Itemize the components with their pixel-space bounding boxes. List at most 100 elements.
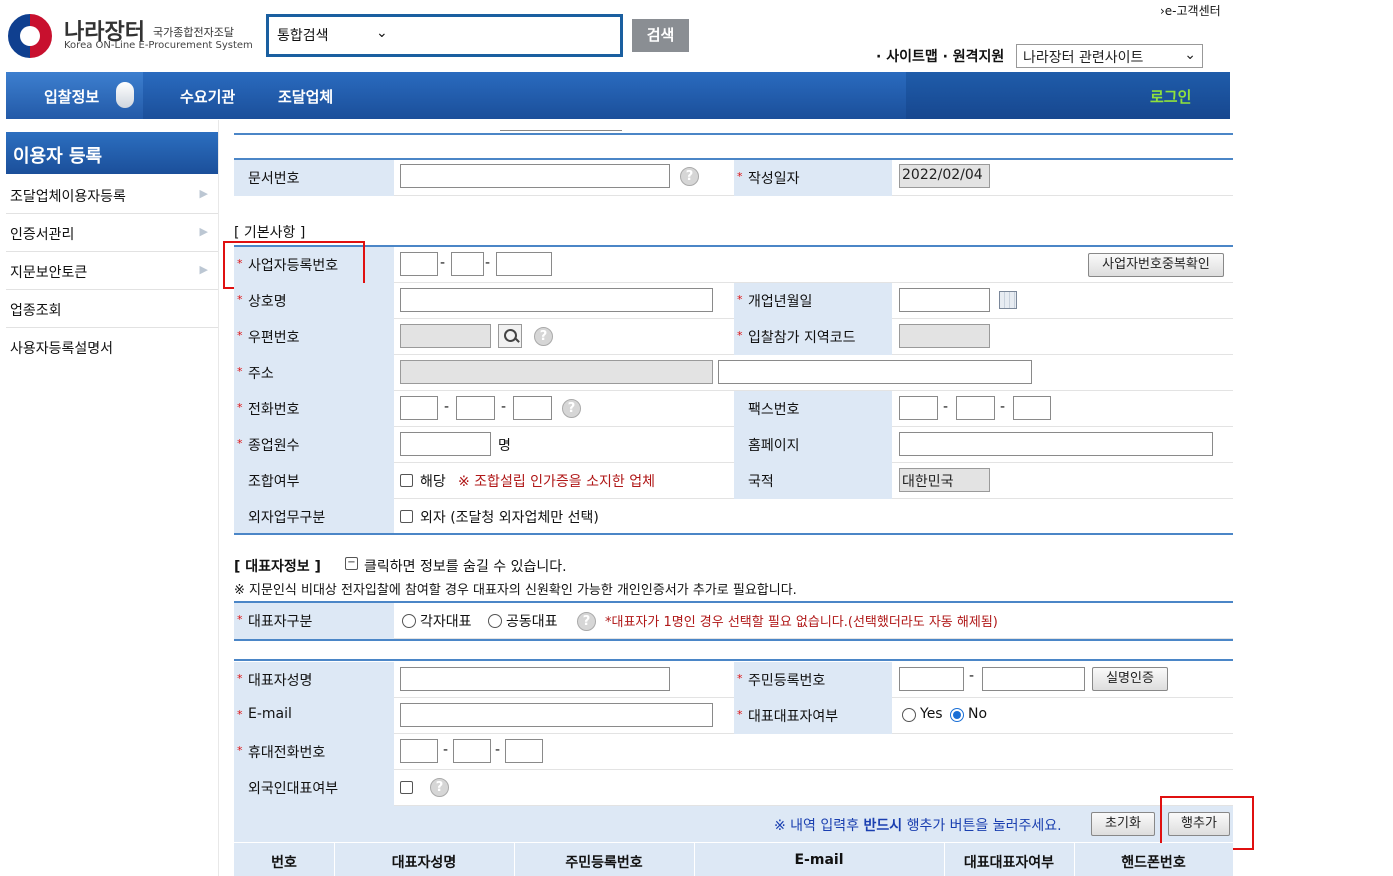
chevron-right-icon: ▶ [199,187,208,200]
help-icon[interactable]: ? [534,327,553,346]
main-rep-no-radio[interactable] [950,708,964,722]
label-foreign-business: 외자업무구분 [234,499,394,535]
label-text: 휴대전화번호 [248,745,326,761]
chevron-right-icon: ▶ [199,263,208,276]
chevron-down-icon: ⌄ [1184,47,1196,63]
nav-item-supplier[interactable]: 조달업체 [278,86,333,107]
address-detail-input[interactable] [718,360,1032,384]
open-date-input[interactable] [899,288,990,312]
dash: - [495,742,501,758]
sidebar-item-fingerprint-token[interactable]: 지문보안토큰 ▶ [6,252,218,290]
highlight-box [223,241,365,289]
top-links[interactable]: · 사이트맵 · 원격지원 [876,46,1004,66]
mobile-part3-input[interactable] [505,739,543,763]
label-text: 외국인대표여부 [248,781,339,797]
rep-section-title: [ 대표자정보 ] [234,559,321,575]
label-foreigner: 외국인대표여부 [234,770,394,806]
label-text: 주민등록번호 [748,673,826,689]
login-link[interactable]: 로그인 [1150,86,1191,107]
reset-button[interactable]: 초기화 [1091,812,1155,836]
phone-part2-input[interactable] [456,396,495,420]
nav-item-demand-agency[interactable]: 수요기관 [180,86,235,107]
foreign-business-checkbox[interactable] [400,510,413,523]
mobile-part2-input[interactable] [453,739,491,763]
doc-number-input[interactable] [400,164,670,188]
sidebar-item-user-manual[interactable]: 사용자등록설명서 [6,328,218,366]
help-icon[interactable]: ? [680,167,699,186]
row-address: * 주소 [234,355,1233,391]
label-union: 조합여부 [234,463,394,499]
union-check-label: 해당 [420,474,446,490]
sidebar-item-cert-mgmt[interactable]: 인증서관리 ▶ [6,214,218,252]
rep-type-separate-radio[interactable] [402,614,416,628]
row-bizno: * 사업자등록번호 - - 사업자번호중복확인 [234,247,1233,283]
bizno-dup-check-button[interactable]: 사업자번호중복확인 [1088,253,1224,277]
label-text: 대표자성명 [248,673,313,689]
required-star-icon: * [237,365,243,378]
form-top-scrap [500,130,622,131]
help-icon[interactable]: ? [562,399,581,418]
label-phone: * 전화번호 [234,391,394,427]
phone-part3-input[interactable] [513,396,552,420]
search-box[interactable]: 통합검색 ⌄ [266,14,623,57]
help-icon[interactable]: ? [430,778,449,797]
label-open-date: * 개업년월일 [734,283,892,319]
required-star-icon: * [737,170,743,183]
search-scope-select[interactable]: 통합검색 [277,25,329,45]
required-star-icon: * [237,613,243,626]
rep-type-joint-radio[interactable] [488,614,502,628]
calendar-icon[interactable] [999,291,1017,309]
phone-part1-input[interactable] [400,396,438,420]
label-zip: * 우편번호 [234,319,394,355]
rrn-part1-input[interactable] [899,667,964,691]
rrn-part2-input[interactable] [982,667,1085,691]
search-icon[interactable] [498,324,522,348]
add-row-notice-post: 행추가 버튼을 눌러주세요. [902,818,1062,834]
label-text: 조합여부 [248,474,300,490]
fax-part1-input[interactable] [899,396,938,420]
label-text: 우편번호 [248,330,300,346]
collapse-toggle-icon[interactable]: − [345,557,358,570]
foreign-business-check-label: 외자 (조달청 외자업체만 선택) [420,510,599,526]
employees-unit: 명 [498,438,511,454]
employees-input[interactable] [400,432,491,456]
rep-type-separate-label: 각자대표 [420,614,472,630]
row-mobile: * 휴대전화번호 - - [234,734,1233,770]
nav-item-bid-info[interactable]: 입찰정보 [44,86,99,107]
col-email: E-mail [794,852,844,868]
sidebar-item-label: 사용자등록설명서 [10,341,114,357]
sidebar-item-supplier-user-reg[interactable]: 조달업체이용자등록 ▶ [6,176,218,214]
rep-toggle-text[interactable]: 클릭하면 정보를 숨길 수 있습니다. [364,556,567,576]
required-star-icon: * [737,672,743,685]
main-nav: 입찰정보 수요기관 조달업체 [6,72,1230,119]
main-rep-yes-radio[interactable] [902,708,916,722]
dash: - [443,742,449,758]
related-sites-select[interactable]: 나라장터 관련사이트 ⌄ [1016,44,1203,68]
real-name-verify-button[interactable]: 실명인증 [1092,667,1168,691]
fax-part2-input[interactable] [956,396,995,420]
fax-part3-input[interactable] [1013,396,1051,420]
label-text: 대표대표자여부 [748,709,839,725]
bizno-part1-input[interactable] [400,252,438,276]
label-text: 입찰참가 지역코드 [748,330,856,346]
foreigner-checkbox[interactable] [400,781,413,794]
dash: - [943,399,949,415]
bizno-part2-input[interactable] [451,252,484,276]
search-button[interactable]: 검색 [632,19,689,52]
company-name-input[interactable] [400,288,713,312]
e-customer-center-link[interactable]: ›e-고객센터 [1160,2,1221,19]
help-icon[interactable]: ? [577,612,596,631]
bizno-part3-input[interactable] [496,252,552,276]
union-checkbox[interactable] [400,474,413,487]
homepage-input[interactable] [899,432,1213,456]
form-line [234,639,1233,641]
sidebar-item-industry-lookup[interactable]: 업종조회 [6,290,218,328]
required-star-icon: * [237,293,243,306]
mobile-part1-input[interactable] [400,739,438,763]
email-input[interactable] [400,703,713,727]
required-star-icon: * [737,329,743,342]
label-email: * E-mail [234,698,394,734]
label-text: 개업년월일 [748,294,813,310]
logo-emblem-icon[interactable] [6,12,54,60]
rep-name-input[interactable] [400,667,670,691]
